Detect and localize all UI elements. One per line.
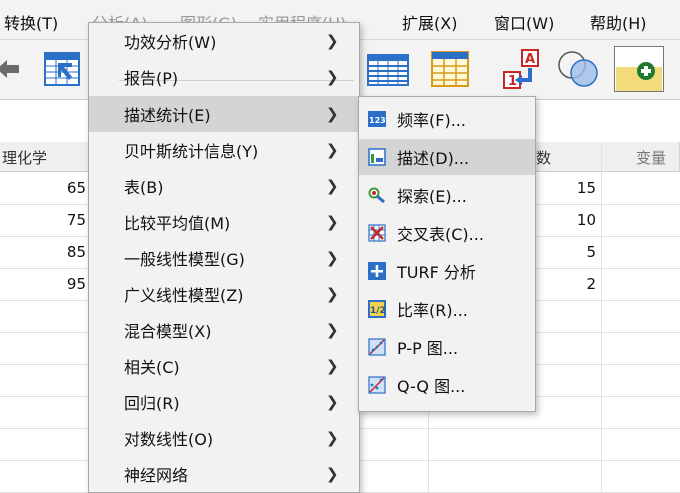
- submenu-item-descriptives[interactable]: 描述(D)...: [359, 139, 535, 175]
- goto-case-icon[interactable]: [40, 46, 84, 92]
- submenu-arrow-icon: ❯: [326, 141, 339, 159]
- submenu-item-label: Q-Q 图...: [397, 377, 466, 396]
- submenu-arrow-icon: ❯: [326, 321, 339, 339]
- svg-text:1: 1: [508, 74, 517, 89]
- svg-text:123: 123: [369, 116, 386, 125]
- submenu-arrow-icon: ❯: [326, 465, 339, 483]
- submenu-item-label: 频率(F)...: [397, 111, 466, 130]
- menu-item-label: 对数线性(O): [124, 430, 214, 449]
- submenu-item-label: 描述(D)...: [397, 149, 470, 168]
- submenu-item-frequencies[interactable]: 123 频率(F)...: [359, 101, 535, 137]
- data-cell[interactable]: 95: [0, 269, 86, 301]
- menu-item-correlate[interactable]: 相关(C) ❯: [89, 348, 359, 384]
- pp-plot-icon: [368, 338, 386, 356]
- undo-icon[interactable]: [0, 46, 30, 92]
- split-file-icon[interactable]: [428, 46, 472, 92]
- submenu-arrow-icon: ❯: [326, 249, 339, 267]
- column-header-variable[interactable]: 变量: [602, 142, 680, 172]
- menu-item-generalized-linear-model[interactable]: 广义线性模型(Z) ❯: [89, 276, 359, 312]
- submenu-item-pp-plot[interactable]: P-P 图...: [359, 329, 535, 365]
- submenu-arrow-icon: ❯: [326, 177, 339, 195]
- data-cell[interactable]: 85: [0, 237, 86, 269]
- menu-item-label: 混合模型(X): [124, 322, 212, 341]
- submenu-arrow-icon: ❯: [326, 105, 339, 123]
- submenu-arrow-icon: ❯: [326, 285, 339, 303]
- data-cell[interactable]: 10: [534, 205, 596, 237]
- menu-item-mixed-models[interactable]: 混合模型(X) ❯: [89, 312, 359, 348]
- submenu-item-qq-plot[interactable]: Q-Q 图...: [359, 367, 535, 403]
- menu-item-loglinear[interactable]: 对数线性(O) ❯: [89, 420, 359, 456]
- submenu-item-label: 比率(R)...: [397, 301, 468, 320]
- descriptives-icon: [368, 148, 386, 166]
- menu-item-label: 回归(R): [124, 394, 180, 413]
- variables-icon[interactable]: [366, 46, 410, 92]
- menu-item-tables[interactable]: 表(B) ❯: [89, 168, 359, 204]
- submenu-arrow-icon: ❯: [326, 357, 339, 375]
- submenu-item-crosstabs[interactable]: 交叉表(C)...: [359, 215, 535, 251]
- data-cell[interactable]: 65: [0, 173, 86, 205]
- crosstabs-icon: [368, 224, 386, 242]
- data-cell[interactable]: 15: [534, 173, 596, 205]
- menu-item-reports[interactable]: 报告(P) ❯: [89, 59, 359, 95]
- submenu-item-label: 交叉表(C)...: [397, 225, 484, 244]
- menu-item-neural-networks[interactable]: 神经网络 ❯: [89, 456, 359, 492]
- menu-item-label: 广义线性模型(Z): [124, 286, 244, 305]
- data-cell[interactable]: 5: [534, 237, 596, 269]
- menu-item-label: 贝叶斯统计信息(Y): [124, 142, 259, 161]
- submenu-item-ratio[interactable]: 1/2 比率(R)...: [359, 291, 535, 327]
- customize-toolbar-icon[interactable]: [614, 46, 664, 92]
- analyze-menu: 功效分析(W) ❯ 报告(P) ❯ 描述统计(E) ❯ 贝叶斯统计信息(Y) ❯…: [88, 22, 360, 493]
- menu-item-label: 比较平均值(M): [124, 214, 231, 233]
- submenu-arrow-icon: ❯: [326, 213, 339, 231]
- menu-item-descriptive-statistics[interactable]: 描述统计(E) ❯: [89, 96, 359, 132]
- explore-icon: [368, 187, 385, 204]
- menu-item-label: 功效分析(W): [124, 33, 217, 52]
- data-cell[interactable]: 75: [0, 205, 86, 237]
- menu-help[interactable]: 帮助(H): [590, 10, 647, 34]
- submenu-item-label: TURF 分析: [397, 263, 476, 282]
- spss-data-editor: 转换(T) 分析(A) 图形(G) 实用程序(U) 扩展(X) 窗口(W) 帮助…: [0, 0, 680, 493]
- menu-window[interactable]: 窗口(W): [494, 10, 554, 34]
- value-labels-icon[interactable]: A 1: [500, 46, 544, 92]
- menu-item-compare-means[interactable]: 比较平均值(M) ❯: [89, 204, 359, 240]
- qq-plot-icon: [368, 376, 386, 394]
- menu-item-label: 报告(P): [124, 69, 179, 88]
- submenu-arrow-icon: ❯: [326, 32, 339, 50]
- menu-item-label: 表(B): [124, 178, 164, 197]
- use-sets-icon[interactable]: [556, 46, 600, 92]
- menu-transform[interactable]: 转换(T): [4, 10, 58, 34]
- submenu-item-label: P-P 图...: [397, 339, 459, 358]
- data-cell[interactable]: 2: [534, 269, 596, 301]
- menu-item-regression[interactable]: 回归(R) ❯: [89, 384, 359, 420]
- menu-item-label: 一般线性模型(G): [124, 250, 245, 269]
- menu-item-label: 描述统计(E): [124, 106, 211, 125]
- menu-item-bayesian[interactable]: 贝叶斯统计信息(Y) ❯: [89, 132, 359, 168]
- svg-text:A: A: [525, 52, 535, 67]
- ratio-half-icon: 1/2: [368, 300, 386, 318]
- frequency-123-icon: 123: [368, 111, 386, 127]
- menu-extensions[interactable]: 扩展(X): [402, 10, 457, 34]
- column-header[interactable]: 理化学: [0, 142, 92, 172]
- submenu-arrow-icon: ❯: [326, 68, 339, 86]
- turf-plus-icon: [368, 262, 386, 280]
- submenu-item-turf[interactable]: TURF 分析: [359, 253, 535, 289]
- svg-text:1/2: 1/2: [370, 306, 386, 316]
- menu-item-power-analysis[interactable]: 功效分析(W) ❯: [89, 23, 359, 59]
- submenu-arrow-icon: ❯: [326, 393, 339, 411]
- submenu-item-label: 探索(E)...: [397, 187, 467, 206]
- column-divider: [601, 142, 602, 493]
- submenu-arrow-icon: ❯: [326, 429, 339, 447]
- descriptive-statistics-submenu: 123 频率(F)... 描述(D)... 探索(E)... 交叉表(C)...…: [358, 96, 536, 412]
- submenu-item-explore[interactable]: 探索(E)...: [359, 177, 535, 213]
- menu-item-label: 神经网络: [124, 466, 189, 485]
- column-header[interactable]: 数: [534, 142, 602, 172]
- menu-item-general-linear-model[interactable]: 一般线性模型(G) ❯: [89, 240, 359, 276]
- menu-item-label: 相关(C): [124, 358, 180, 377]
